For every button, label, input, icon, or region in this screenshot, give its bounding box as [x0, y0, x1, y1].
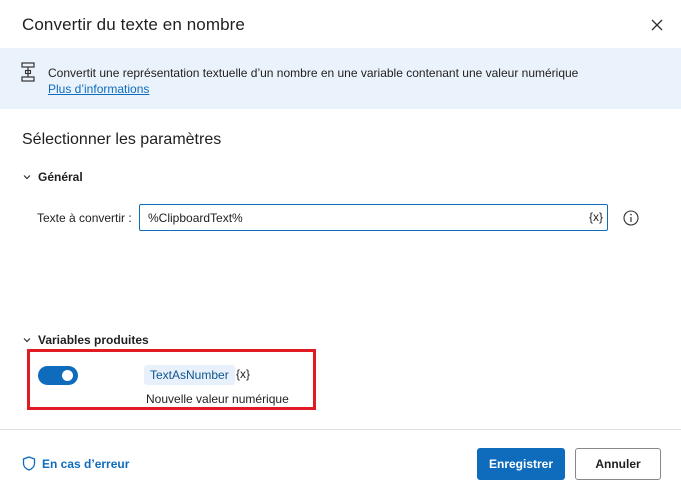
on-error-link[interactable]: En cas d’erreur — [22, 456, 129, 471]
dialog-title: Convertir du texte en nombre — [22, 15, 245, 34]
variable-rename-button[interactable]: {x} — [236, 367, 250, 381]
variable-description: Nouvelle valeur numérique — [146, 392, 289, 406]
convert-text-dialog: Convertir du texte en nombre Convertit u… — [0, 0, 681, 499]
toggle-knob — [62, 370, 73, 381]
text-to-convert-field: {x} — [139, 204, 608, 231]
chevron-down-icon — [23, 338, 31, 343]
section-title: Sélectionner les paramètres — [22, 131, 222, 148]
info-description: Convertit une représentation textuelle d… — [48, 66, 579, 80]
general-group-label: Général — [38, 170, 83, 184]
variable-name-pill[interactable]: TextAsNumber — [144, 365, 235, 385]
on-error-label: En cas d’erreur — [42, 456, 130, 471]
more-info-link[interactable]: Plus d’informations — [48, 82, 149, 96]
action-flow-icon — [21, 62, 35, 82]
chevron-down-icon — [23, 175, 31, 180]
info-circle-icon[interactable] — [623, 210, 639, 226]
save-button[interactable]: Enregistrer — [477, 448, 565, 480]
info-banner: Convertit une représentation textuelle d… — [0, 48, 681, 109]
variable-toggle[interactable] — [38, 366, 78, 385]
produced-variables-label: Variables produites — [38, 333, 149, 347]
shield-icon — [22, 456, 36, 471]
footer-divider — [0, 429, 681, 430]
general-group-header[interactable]: Général — [22, 170, 83, 184]
close-icon — [651, 19, 663, 31]
produced-variables-group-header[interactable]: Variables produites — [22, 333, 149, 347]
text-to-convert-input[interactable] — [148, 205, 568, 230]
close-button[interactable] — [646, 14, 668, 36]
text-to-convert-label: Texte à convertir : — [37, 211, 132, 225]
cancel-button[interactable]: Annuler — [575, 448, 661, 480]
variable-picker-button[interactable]: {x} — [589, 210, 603, 224]
